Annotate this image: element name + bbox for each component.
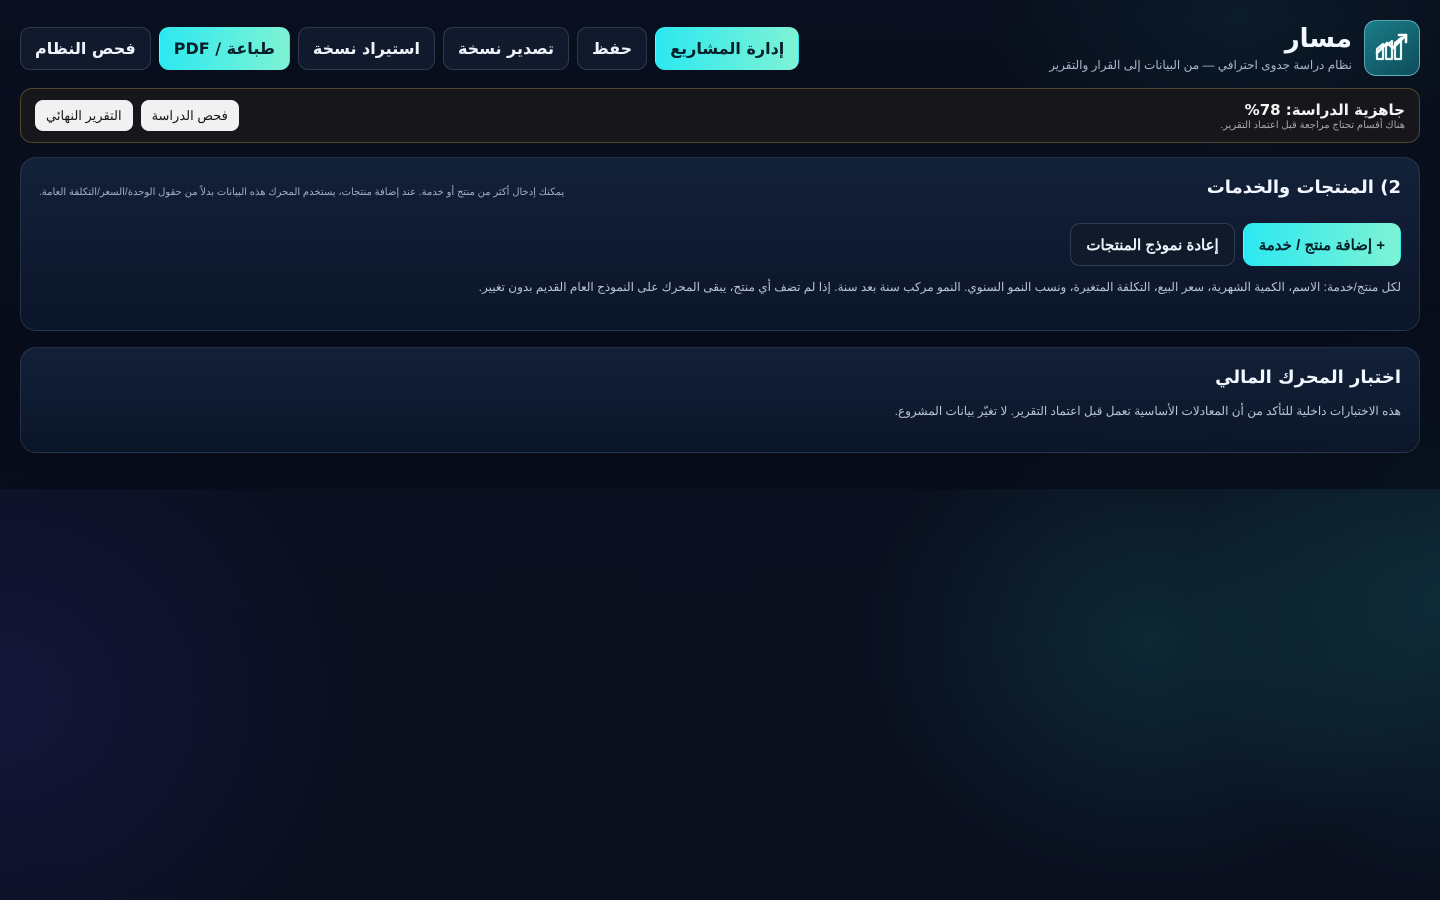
reset-products-button[interactable]: إعادة نموذج المنتجات	[1070, 223, 1235, 266]
engine-description: هذه الاختبارات داخلية للتأكد من أن المعا…	[894, 404, 1401, 418]
engine-test-card: اختبار المحرك المالي هذه الاختبارات داخل…	[20, 347, 1420, 453]
products-title: 2) المنتجات والخدمات	[1206, 177, 1401, 198]
products-card: 2) المنتجات والخدمات يمكنك إدخال أكثر من…	[20, 157, 1420, 331]
products-description: لكل منتج/خدمة: الاسم، الكمية الشهرية، سع…	[478, 280, 1401, 294]
readiness-text: جاهزية الدراسة: 78% هناك أقسام تحتاج مرا…	[1220, 100, 1405, 132]
main-toolbar: إدارة المشاريع حفظ تصدير نسخة استيراد نس…	[20, 27, 800, 70]
readiness-bar: جاهزية الدراسة: 78% هناك أقسام تحتاج مرا…	[20, 88, 1420, 143]
app-header: مسار نظام دراسة جدوى احترافي — من البيان…	[20, 20, 1420, 76]
app-subtitle: نظام دراسة جدوى احترافي — من البيانات إل…	[1049, 58, 1352, 72]
save-button[interactable]: حفظ	[577, 27, 648, 70]
products-hint: يمكنك إدخال أكثر من منتج أو خدمة. عند إض…	[39, 187, 565, 198]
products-actions: + إضافة منتج / خدمة إعادة نموذج المنتجات	[1070, 223, 1401, 266]
import-button[interactable]: استيراد نسخة	[297, 27, 435, 70]
app-title: مسار	[1284, 24, 1352, 54]
chart-growth-icon	[1364, 20, 1420, 76]
final-report-button[interactable]: التقرير النهائي	[35, 100, 133, 131]
export-button[interactable]: تصدير نسخة	[442, 27, 570, 70]
engine-title: اختبار المحرك المالي	[1215, 367, 1401, 388]
add-product-button[interactable]: + إضافة منتج / خدمة	[1242, 223, 1401, 266]
system-check-button[interactable]: فحص النظام	[20, 27, 151, 70]
print-pdf-button[interactable]: طباعة / PDF	[158, 27, 290, 70]
brand-text: مسار نظام دراسة جدوى احترافي — من البيان…	[1049, 23, 1352, 73]
brand: مسار نظام دراسة جدوى احترافي — من البيان…	[1049, 20, 1420, 76]
readiness-title: جاهزية الدراسة: 78%	[1244, 101, 1405, 119]
readiness-note: هناك أقسام تحتاج مراجعة قبل اعتماد التقر…	[1220, 120, 1405, 131]
study-check-button[interactable]: فحص الدراسة	[140, 100, 239, 131]
readiness-actions: التقرير النهائي فحص الدراسة	[35, 100, 239, 131]
projects-button[interactable]: إدارة المشاريع	[655, 27, 800, 70]
